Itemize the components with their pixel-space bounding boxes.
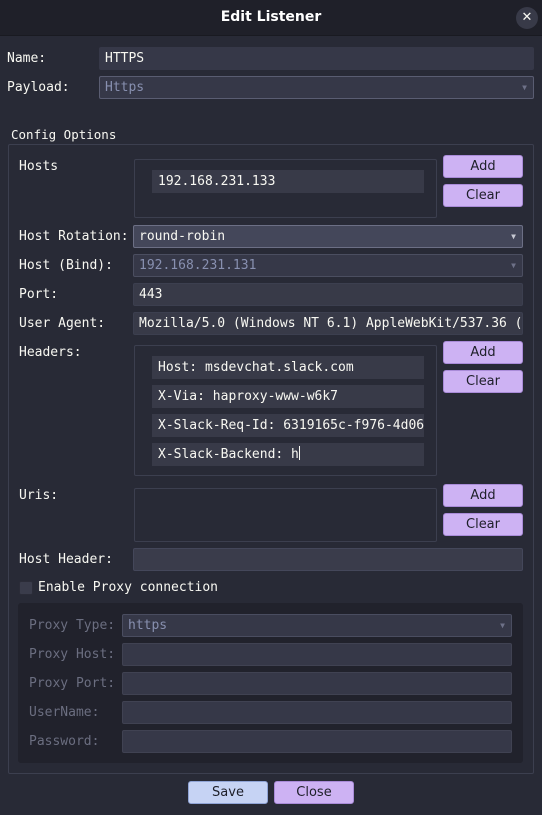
user-agent-input[interactable]: Mozilla/5.0 (Windows NT 6.1) AppleWebKit… [133,312,523,335]
proxy-host-input[interactable] [122,643,512,666]
config-options-title: Config Options [11,127,117,142]
list-item-editing[interactable]: X-Slack-Backend: h [152,443,424,466]
payload-select[interactable]: Https ▼ [99,76,534,99]
list-item-text: X-Slack-Backend: h [158,447,299,462]
uris-list[interactable] [134,488,437,542]
chevron-down-icon: ▼ [511,232,516,241]
host-header-label: Host Header: [19,552,113,567]
headers-add-button[interactable]: Add [443,341,523,364]
window-title: Edit Listener [220,9,322,25]
headers-list[interactable]: Host: msdevchat.slack.com X-Via: haproxy… [134,345,437,476]
name-label: Name: [7,51,47,66]
title-bar: Edit Listener ✕ [0,0,542,36]
proxy-port-input[interactable] [122,672,512,695]
hosts-list[interactable]: 192.168.231.133 [134,159,437,218]
proxy-username-label: UserName: [29,705,100,720]
list-item[interactable]: X-Slack-Req-Id: 6319165c-f976-4d0665 [152,414,424,437]
hosts-label: Hosts [19,159,59,174]
payload-label: Payload: [7,80,70,95]
text-cursor [298,446,300,460]
host-rotation-select[interactable]: round-robin ▼ [133,225,523,248]
host-header-input[interactable] [133,548,523,571]
close-button[interactable]: Close [274,781,354,804]
proxy-type-value: https [128,618,168,633]
chevron-down-icon: ▼ [511,261,516,270]
host-bind-value: 192.168.231.131 [139,258,257,273]
payload-value: Https [105,80,145,95]
host-rotation-value: round-robin [139,229,226,244]
save-button[interactable]: Save [188,781,268,804]
proxy-host-label: Proxy Host: [29,647,116,662]
enable-proxy-label: Enable Proxy connection [38,580,219,595]
proxy-password-input[interactable] [122,730,512,753]
chevron-down-icon: ▼ [500,621,505,630]
headers-clear-button[interactable]: Clear [443,370,523,393]
host-rotation-label: Host Rotation: [19,229,129,244]
list-item[interactable]: X-Via: haproxy-www-w6k7 [152,385,424,408]
list-item[interactable]: 192.168.231.133 [152,170,424,193]
uris-clear-button[interactable]: Clear [443,513,523,536]
uris-label: Uris: [19,488,59,503]
host-bind-select[interactable]: 192.168.231.131 ▼ [133,254,523,277]
headers-label: Headers: [19,345,82,360]
list-item[interactable]: Host: msdevchat.slack.com [152,356,424,379]
hosts-add-button[interactable]: Add [443,155,523,178]
proxy-username-input[interactable] [122,701,512,724]
uris-add-button[interactable]: Add [443,484,523,507]
proxy-type-label: Proxy Type: [29,618,116,633]
proxy-password-label: Password: [29,734,100,749]
port-input[interactable]: 443 [133,283,523,306]
proxy-port-label: Proxy Port: [29,676,116,691]
proxy-type-select[interactable]: https ▼ [122,614,512,637]
host-bind-label: Host (Bind): [19,258,113,273]
enable-proxy-checkbox[interactable] [19,581,33,595]
name-input[interactable]: HTTPS [99,47,534,70]
port-label: Port: [19,287,59,302]
chevron-down-icon: ▼ [522,83,527,92]
user-agent-label: User Agent: [19,316,106,331]
close-icon[interactable]: ✕ [516,7,538,29]
hosts-clear-button[interactable]: Clear [443,184,523,207]
